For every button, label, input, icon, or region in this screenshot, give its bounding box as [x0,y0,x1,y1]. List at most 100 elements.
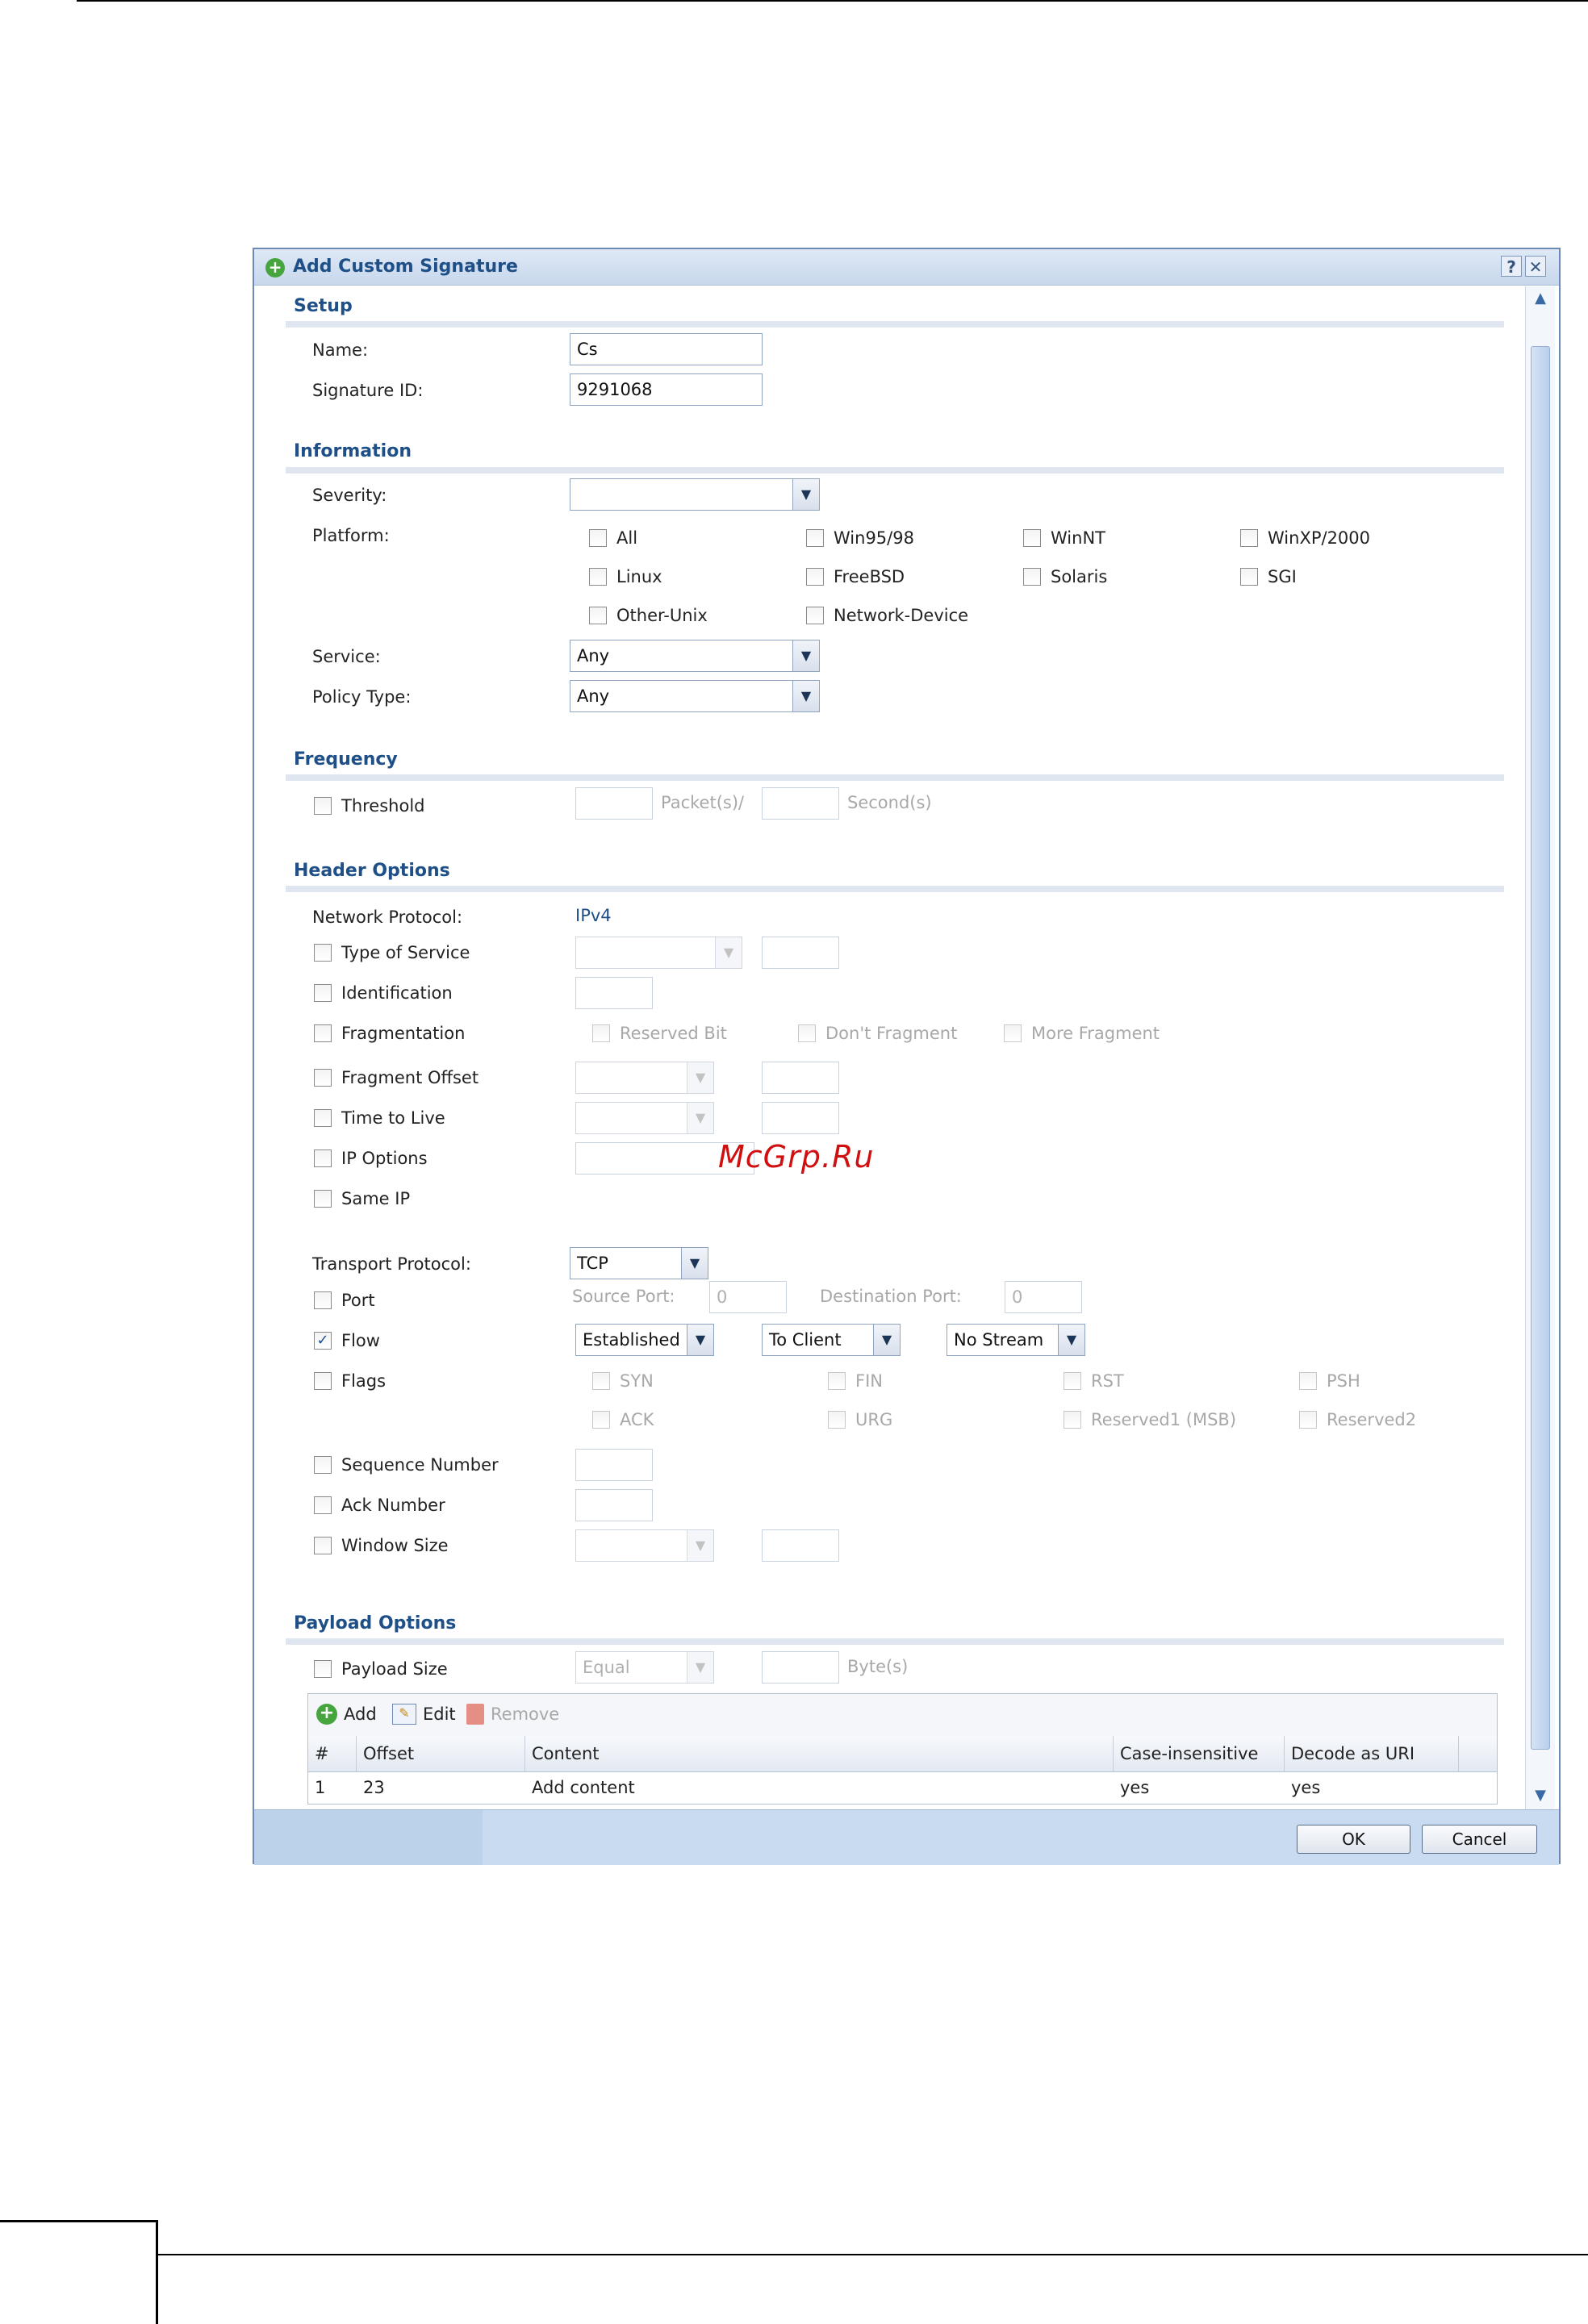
signature-id-input[interactable]: 9291068 [570,373,763,406]
platform-other-unix-checkbox[interactable] [589,607,607,624]
threshold-checkbox[interactable] [314,797,332,815]
platform-other-unix-label: Other-Unix [616,606,708,625]
tos-select[interactable]: ▼ [575,937,742,969]
ack-number-checkbox[interactable] [314,1496,332,1514]
col-number[interactable]: # [308,1736,357,1771]
ip-options-label: IP Options [341,1149,428,1168]
flag-reserved1-checkbox[interactable] [1064,1411,1081,1429]
service-select[interactable]: Any ▼ [570,640,820,672]
window-size-input[interactable] [762,1529,839,1562]
chevron-down-icon: ▼ [873,1325,900,1355]
payload-size-input[interactable] [762,1651,839,1684]
remove-button[interactable]: Remove [466,1704,559,1725]
add-button[interactable]: + Add [316,1704,377,1725]
chevron-down-icon: ▼ [792,479,819,510]
vertical-scrollbar[interactable]: ▲ ▼ [1525,286,1555,1809]
destination-port-input[interactable]: 0 [1005,1281,1082,1313]
window-size-label: Window Size [341,1536,449,1555]
flag-reserved2-checkbox[interactable] [1299,1411,1317,1429]
flow-checkbox[interactable]: ✓ [314,1332,332,1350]
tos-value-input[interactable] [762,937,839,969]
scroll-up-icon[interactable]: ▲ [1529,288,1552,309]
flag-fin-checkbox[interactable] [828,1372,846,1390]
close-button[interactable]: ✕ [1525,256,1546,277]
platform-freebsd-checkbox[interactable] [806,568,824,586]
threshold-seconds-input[interactable] [762,787,839,820]
same-ip-label: Same IP [341,1189,411,1208]
ack-number-input[interactable] [575,1489,653,1521]
same-ip-checkbox[interactable] [314,1190,332,1208]
col-case-insensitive[interactable]: Case-insensitive [1114,1736,1285,1771]
fragmentation-checkbox[interactable] [314,1024,332,1042]
packets-label: Packet(s)/ [661,793,745,812]
add-icon: + [316,1704,337,1725]
platform-all-checkbox[interactable] [589,529,607,547]
identification-input[interactable] [575,977,653,1009]
flag-urg-checkbox[interactable] [828,1411,846,1429]
threshold-packets-input[interactable] [575,787,653,820]
platform-sgi-checkbox[interactable] [1240,568,1258,586]
ttl-select[interactable]: ▼ [575,1102,714,1134]
ip-options-checkbox[interactable] [314,1149,332,1167]
identification-checkbox[interactable] [314,984,332,1002]
tos-checkbox[interactable] [314,944,332,962]
col-decode-as-uri[interactable]: Decode as URI [1285,1736,1459,1771]
flags-checkbox[interactable] [314,1372,332,1390]
add-custom-signature-dialog: + Add Custom Signature ? ✕ Setup Name: C… [253,248,1561,1865]
col-content[interactable]: Content [525,1736,1114,1771]
help-button[interactable]: ? [1501,256,1522,277]
threshold-label: Threshold [341,796,425,816]
flag-rst-label: RST [1091,1371,1124,1391]
table-row[interactable]: 1 23 Add content yes yes [308,1771,1497,1804]
platform-win95-checkbox[interactable] [806,529,824,547]
flag-psh-label: PSH [1327,1371,1360,1391]
transport-protocol-select[interactable]: TCP ▼ [570,1247,708,1279]
platform-network-device-checkbox[interactable] [806,607,824,624]
policy-type-select[interactable]: Any ▼ [570,680,820,712]
payload-size-label: Payload Size [341,1659,448,1679]
severity-select[interactable]: ▼ [570,478,820,511]
row-decode-as-uri: yes [1291,1778,1321,1797]
row-number: 1 [315,1778,326,1797]
flag-ack-checkbox[interactable] [592,1411,610,1429]
flag-rst-checkbox[interactable] [1064,1372,1081,1390]
section-divider [286,1638,1504,1645]
window-size-select[interactable]: ▼ [575,1529,714,1562]
scroll-down-icon[interactable]: ▼ [1529,1785,1552,1806]
ok-button[interactable]: OK [1297,1825,1410,1854]
chevron-down-icon: ▼ [1058,1325,1084,1355]
platform-winnt-checkbox[interactable] [1023,529,1041,547]
more-fragment-checkbox[interactable] [1004,1024,1022,1042]
cancel-button[interactable]: Cancel [1422,1825,1537,1854]
flag-syn-checkbox[interactable] [592,1372,610,1390]
edit-button[interactable]: ✎ Edit [392,1704,456,1725]
ttl-checkbox[interactable] [314,1109,332,1127]
table-header: # Offset Content Case-insensitive Decode… [308,1736,1497,1772]
dont-fragment-checkbox[interactable] [798,1024,816,1042]
name-label: Name: [312,340,369,360]
platform-linux-checkbox[interactable] [589,568,607,586]
ttl-input[interactable] [762,1102,839,1134]
sequence-number-checkbox[interactable] [314,1456,332,1474]
window-size-checkbox[interactable] [314,1537,332,1554]
platform-winxp-checkbox[interactable] [1240,529,1258,547]
fragment-offset-checkbox[interactable] [314,1069,332,1087]
source-port-input[interactable]: 0 [709,1281,787,1313]
fragment-offset-select[interactable]: ▼ [575,1062,714,1094]
flow-stream-select[interactable]: No Stream ▼ [947,1324,1085,1356]
payload-size-checkbox[interactable] [314,1660,332,1678]
ttl-label: Time to Live [341,1108,445,1128]
col-offset[interactable]: Offset [357,1736,525,1771]
reserved-bit-checkbox[interactable] [592,1024,610,1042]
flow-state-select[interactable]: Established ▼ [575,1324,714,1356]
flow-direction-select[interactable]: To Client ▼ [762,1324,901,1356]
sequence-number-input[interactable] [575,1449,653,1481]
platform-solaris-checkbox[interactable] [1023,568,1041,586]
port-checkbox[interactable] [314,1291,332,1309]
payload-size-select[interactable]: Equal ▼ [575,1651,714,1684]
name-input[interactable]: Cs [570,333,763,365]
network-protocol-label: Network Protocol: [312,907,463,927]
flag-psh-checkbox[interactable] [1299,1372,1317,1390]
scroll-thumb[interactable] [1531,346,1550,1750]
fragment-offset-input[interactable] [762,1062,839,1094]
